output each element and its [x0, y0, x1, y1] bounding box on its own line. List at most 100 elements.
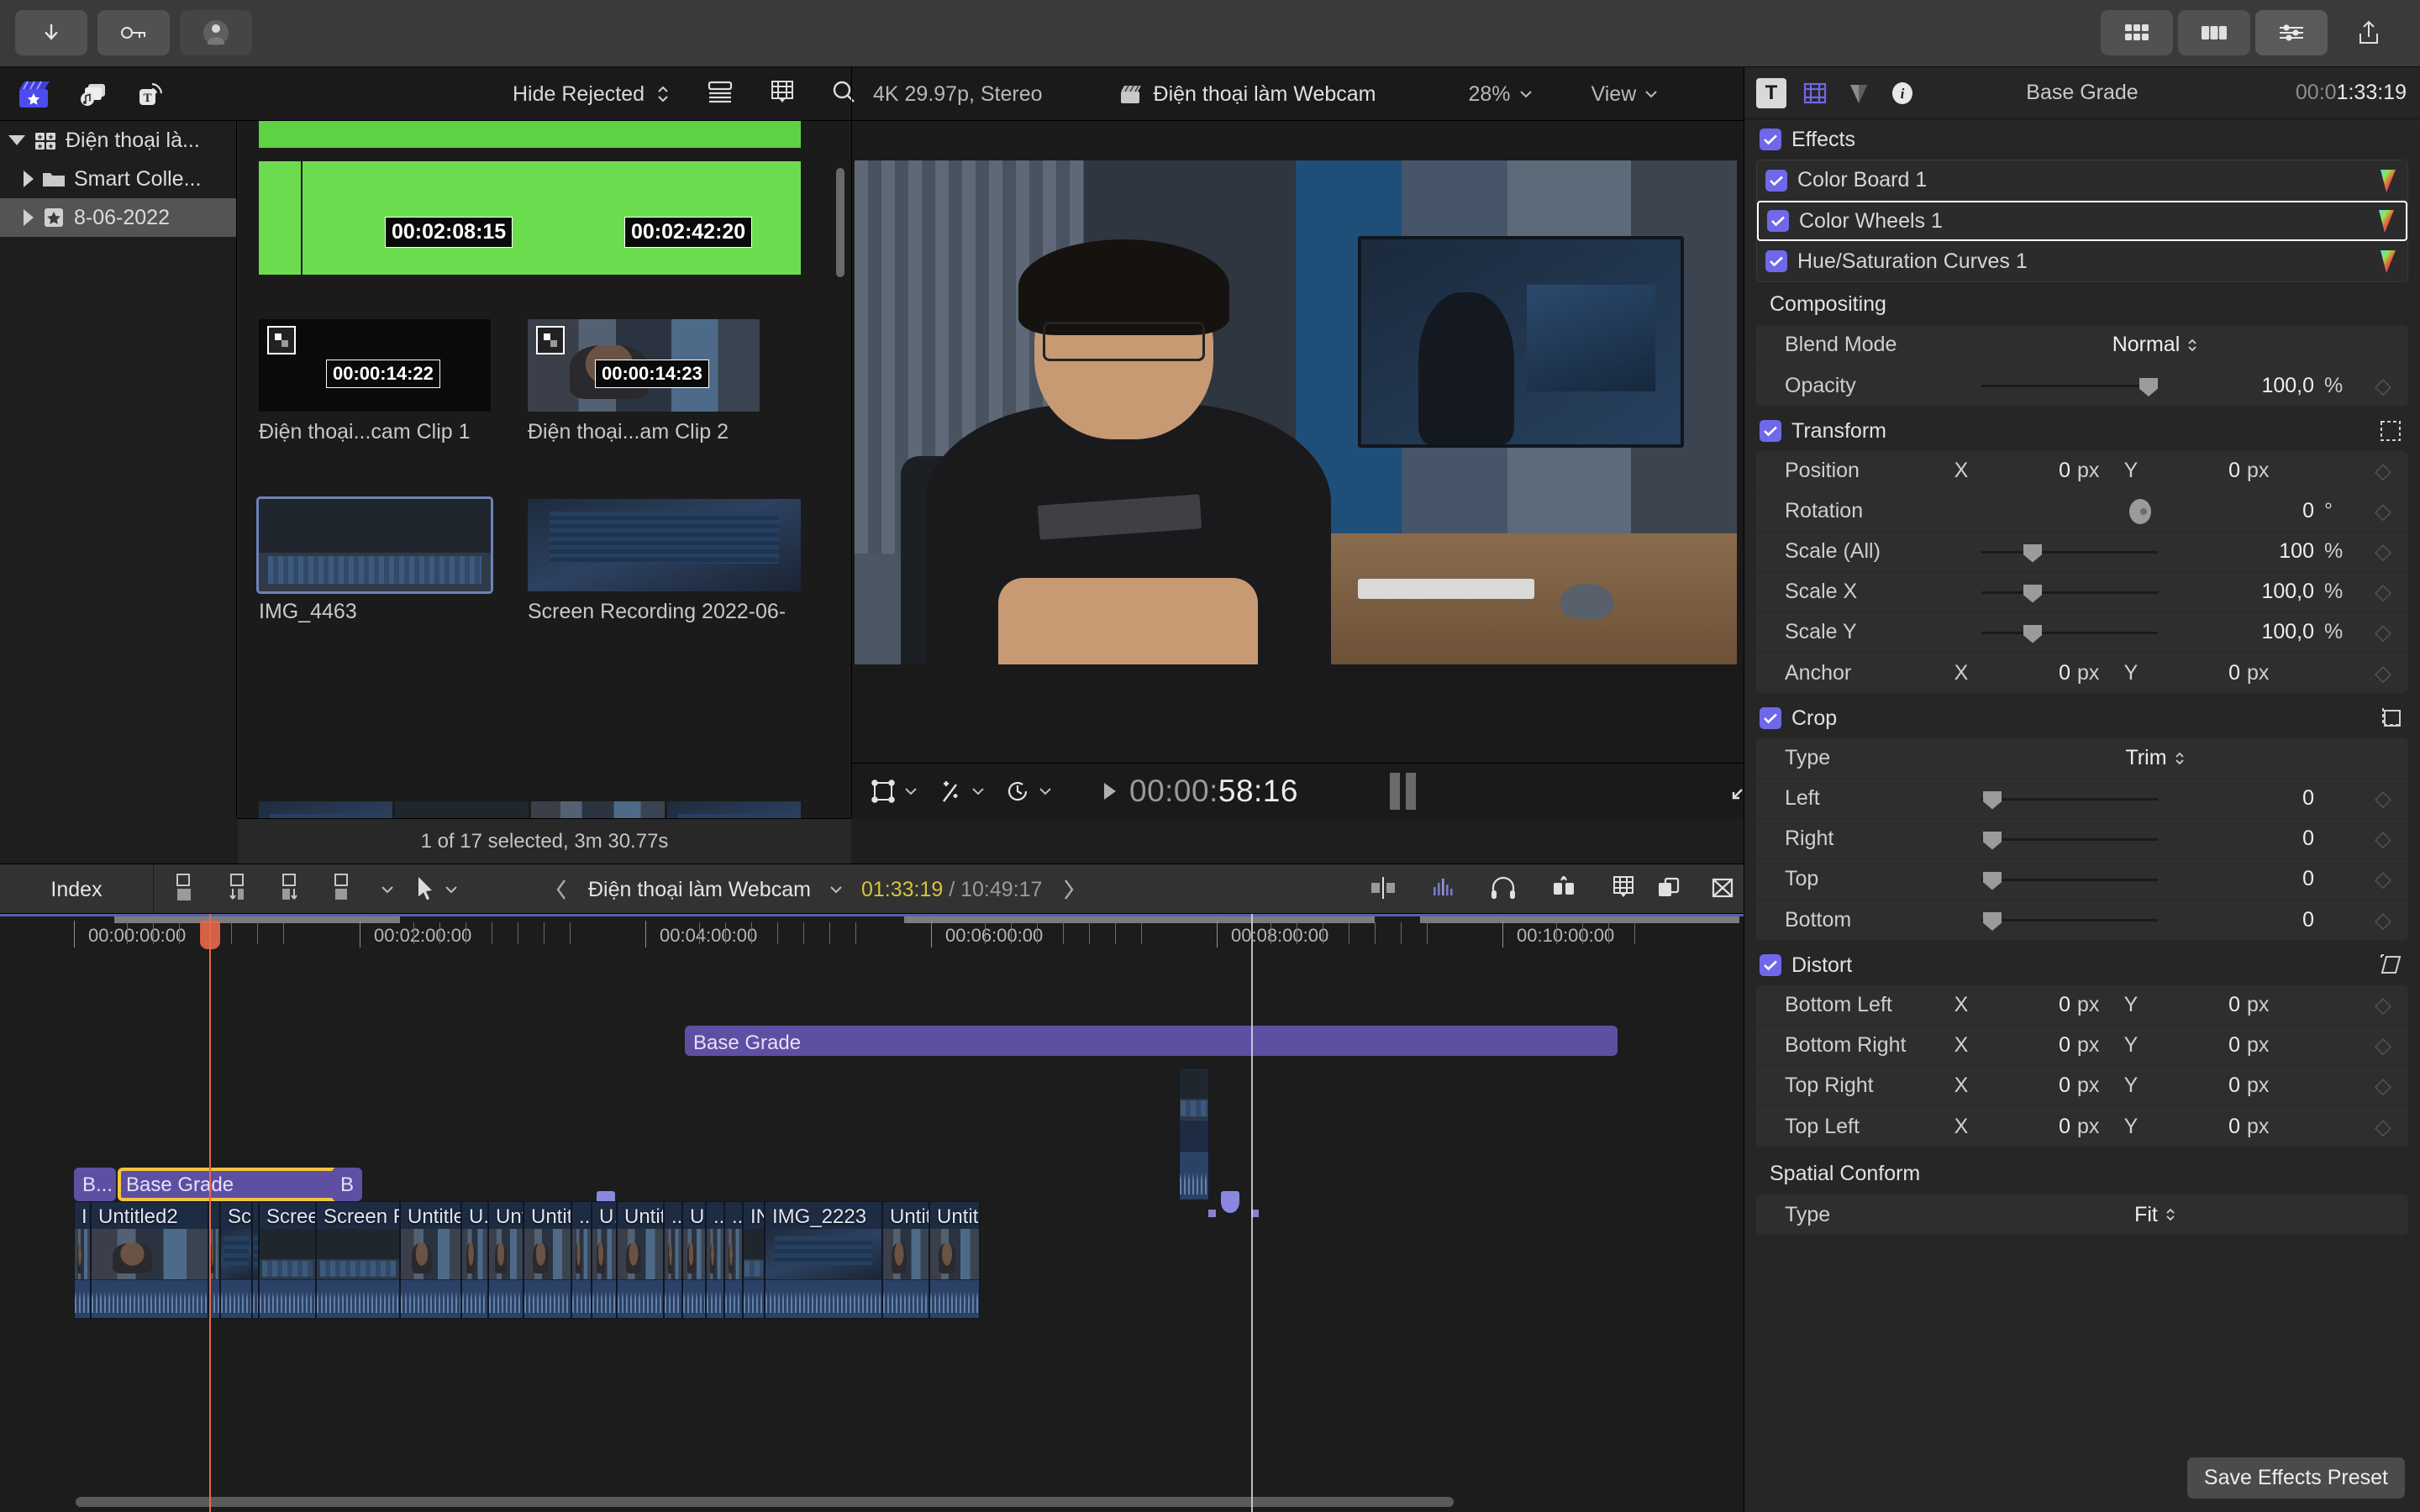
- spatial-conform-type-row[interactable]: Type Fit ◇: [1756, 1194, 2408, 1235]
- crop-right-keyframe-button[interactable]: ◇: [2366, 826, 2400, 852]
- timeline-playhead[interactable]: [200, 914, 220, 1512]
- sidebar-item-8-06-2022[interactable]: 8-06-2022: [0, 198, 236, 237]
- scale-x-row[interactable]: Scale X 100,0 % ◇: [1756, 572, 2408, 612]
- distort-top-right-y[interactable]: 0: [2148, 1074, 2240, 1098]
- crop-right-slider[interactable]: [1981, 827, 2158, 852]
- headphone-button[interactable]: [1490, 875, 1517, 905]
- rotation-row[interactable]: Rotation 0 ° ◇: [1756, 491, 2408, 532]
- effect-item-color-wheels[interactable]: Color Wheels 1: [1757, 201, 2407, 241]
- clip-thumbnail[interactable]: [256, 496, 493, 594]
- sidebar-item-event[interactable]: Điện thoại là...: [0, 121, 236, 160]
- position-x-value[interactable]: 0: [1978, 459, 2070, 483]
- timeline-video-clip[interactable]: [252, 1201, 259, 1319]
- opacity-slider[interactable]: [1981, 373, 2158, 398]
- distort-onscreen-icon[interactable]: [2376, 953, 2405, 978]
- crop-type-dropdown[interactable]: Trim: [1944, 746, 2366, 770]
- effect-enable-checkbox[interactable]: [1767, 210, 1789, 232]
- crop-left-slider[interactable]: [1981, 786, 2158, 811]
- browser-clip-item[interactable]: IMG_4463: [256, 496, 493, 624]
- duplicate-window-button[interactable]: [1656, 875, 1681, 905]
- inspector-toggle-button[interactable]: [2255, 10, 2328, 55]
- clip-thumbnail[interactable]: [528, 499, 801, 591]
- blend-mode-row[interactable]: Blend Mode Normal ◇: [1756, 325, 2408, 365]
- crop-bottom-keyframe-button[interactable]: ◇: [2366, 907, 2400, 933]
- timeline-video-clip[interactable]: Untitled2: [400, 1201, 461, 1319]
- scale-all-row[interactable]: Scale (All) 100 % ◇: [1756, 532, 2408, 572]
- timeline-title-clip[interactable]: Base Grade: [685, 1026, 1618, 1056]
- insert-edit-button[interactable]: [224, 873, 253, 907]
- scale-x-value[interactable]: 100,0: [2158, 580, 2317, 604]
- filmstrip-view-button[interactable]: [770, 79, 795, 110]
- sidebar-item-smart-collections[interactable]: Smart Colle...: [0, 160, 236, 198]
- timeline-index-button[interactable]: Index: [0, 864, 154, 915]
- timeline-video-clip[interactable]: Unt...: [488, 1201, 523, 1319]
- distort-bottom-left-y[interactable]: 0: [2148, 993, 2240, 1017]
- effect-enable-checkbox[interactable]: [1765, 250, 1787, 272]
- distort-top-left-row[interactable]: Top Left X 0 px Y 0 px ◇: [1756, 1106, 2408, 1147]
- distort-bottom-right-row[interactable]: Bottom Right X 0 px Y 0 px ◇: [1756, 1026, 2408, 1066]
- browser-vertical-scrollbar[interactable]: [836, 168, 844, 277]
- anchor-x-value[interactable]: 0: [1978, 661, 2070, 685]
- viewer-retime-button[interactable]: [1005, 779, 1052, 804]
- effects-browser-button[interactable]: [1550, 875, 1577, 905]
- crop-top-row[interactable]: Top 0 ◇: [1756, 859, 2408, 900]
- distort-top-right-row[interactable]: Top Right X 0 px Y 0 px ◇: [1756, 1066, 2408, 1106]
- close-panel-button[interactable]: [1710, 875, 1735, 905]
- clapperboard-icon[interactable]: [17, 77, 50, 111]
- crop-onscreen-icon[interactable]: [2376, 706, 2405, 731]
- position-y-value[interactable]: 0: [2148, 459, 2240, 483]
- crop-right-value[interactable]: 0: [2158, 827, 2317, 851]
- timeline-video-clip[interactable]: I: [74, 1201, 91, 1319]
- distort-top-left-x[interactable]: 0: [1978, 1115, 2070, 1139]
- list-view-button[interactable]: [706, 80, 734, 109]
- transform-enable-checkbox[interactable]: [1760, 420, 1781, 442]
- crop-enable-checkbox[interactable]: [1760, 707, 1781, 729]
- anchor-keyframe-button[interactable]: ◇: [2366, 660, 2400, 686]
- rotation-keyframe-button[interactable]: ◇: [2366, 498, 2400, 524]
- browser-filmstrip-top[interactable]: [259, 121, 801, 148]
- viewer-enhancements-button[interactable]: [938, 778, 985, 805]
- timeline-video-clip[interactable]: Untitled3: [929, 1201, 980, 1319]
- crop-left-keyframe-button[interactable]: ◇: [2366, 785, 2400, 811]
- clip-thumbnail[interactable]: 00:00:14:23: [528, 319, 760, 412]
- timeline-skimmer[interactable]: [1251, 914, 1253, 1512]
- scale-x-keyframe-button[interactable]: ◇: [2366, 579, 2400, 605]
- crop-left-value[interactable]: 0: [2158, 786, 2317, 811]
- scale-all-keyframe-button[interactable]: ◇: [2366, 538, 2400, 564]
- browser-clip-item[interactable]: 00:00:14:22 Điện thoại...cam Clip 1: [259, 319, 491, 444]
- chevron-down-icon[interactable]: [381, 885, 394, 894]
- chevron-right-icon[interactable]: [1060, 878, 1076, 901]
- scale-y-row[interactable]: Scale Y 100,0 % ◇: [1756, 612, 2408, 653]
- layout-button[interactable]: [2178, 10, 2250, 55]
- anchor-row[interactable]: Anchor X 0 px Y 0 px ◇: [1756, 653, 2408, 693]
- append-edit-button[interactable]: [172, 873, 201, 907]
- crop-top-keyframe-button[interactable]: ◇: [2366, 866, 2400, 892]
- share-button[interactable]: [2333, 10, 2405, 55]
- distort-bottom-right-x[interactable]: 0: [1978, 1033, 2070, 1058]
- clip-thumbnail[interactable]: 00:00:14:22: [259, 319, 491, 412]
- chevron-left-icon[interactable]: [555, 878, 570, 901]
- crop-bottom-value[interactable]: 0: [2158, 908, 2317, 932]
- save-effects-preset-button[interactable]: Save Effects Preset: [2186, 1457, 2405, 1499]
- timeline-selection-tool[interactable]: [416, 864, 458, 915]
- inspector-body[interactable]: Effects Color Board 1 Color Wheels 1 Hue…: [1744, 119, 2420, 1512]
- photos-audio-icon[interactable]: [76, 77, 109, 111]
- chevron-down-icon[interactable]: [829, 885, 843, 894]
- connect-edit-button[interactable]: [276, 873, 305, 907]
- disclosure-triangle-down-icon[interactable]: [8, 135, 25, 145]
- effects-enable-checkbox[interactable]: [1760, 129, 1781, 150]
- scale-y-slider[interactable]: [1981, 620, 2158, 645]
- timeline-timecode-display[interactable]: 01:33:19 / 10:49:17: [861, 878, 1043, 902]
- distort-bottom-left-row[interactable]: Bottom Left X 0 px Y 0 px ◇: [1756, 985, 2408, 1026]
- distort-enable-checkbox[interactable]: [1760, 954, 1781, 976]
- timeline-video-clip[interactable]: Screen Re...: [259, 1201, 316, 1319]
- anchor-y-value[interactable]: 0: [2148, 661, 2240, 685]
- effect-item-color-board[interactable]: Color Board 1: [1757, 160, 2407, 201]
- crop-type-row[interactable]: Type Trim ◇: [1756, 738, 2408, 779]
- distort-section-header[interactable]: Distort: [1744, 945, 2420, 985]
- crop-bottom-slider[interactable]: [1981, 907, 2158, 932]
- crop-left-row[interactable]: Left 0 ◇: [1756, 779, 2408, 819]
- inspector-effects-section-header[interactable]: Effects: [1744, 119, 2420, 160]
- download-button[interactable]: [15, 10, 87, 55]
- timeline-video-clip[interactable]: Untit...: [882, 1201, 929, 1319]
